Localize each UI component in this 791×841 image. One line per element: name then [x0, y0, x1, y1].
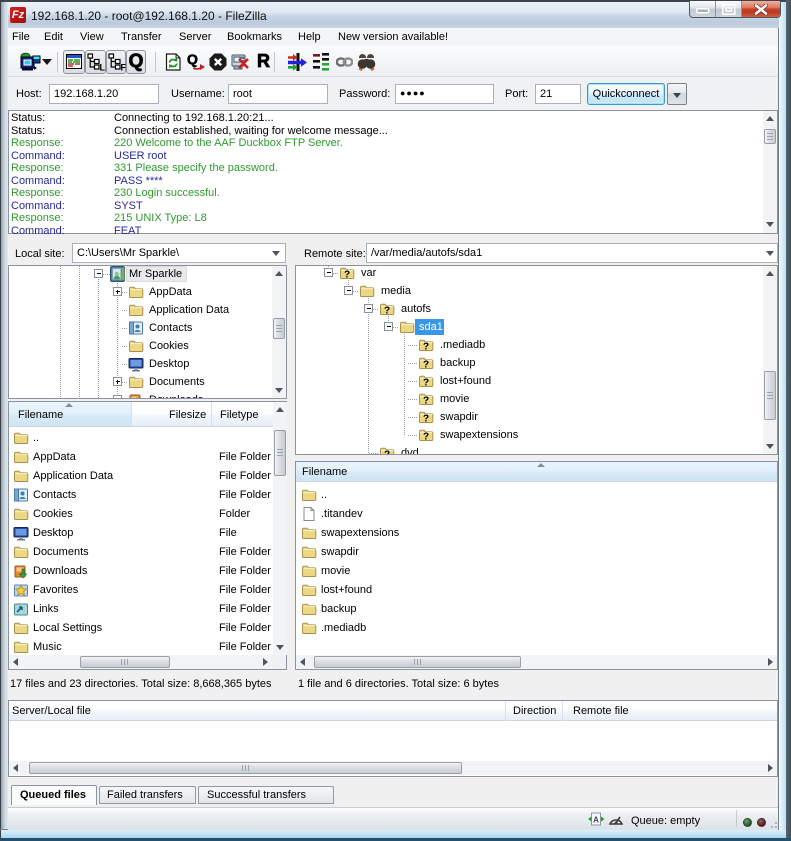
svg-text:?: ? — [423, 414, 429, 425]
svg-text:?: ? — [384, 306, 390, 317]
svg-text:L: L — [100, 63, 106, 72]
svg-text:A: A — [593, 816, 599, 825]
svg-text:F: F — [121, 63, 127, 72]
svg-text:?: ? — [423, 342, 429, 353]
svg-text:?: ? — [344, 270, 350, 281]
svg-text:?: ? — [423, 432, 429, 443]
svg-text:?: ? — [423, 360, 429, 371]
svg-text:?: ? — [384, 450, 390, 455]
svg-text:?: ? — [423, 396, 429, 407]
svg-text:?: ? — [423, 378, 429, 389]
